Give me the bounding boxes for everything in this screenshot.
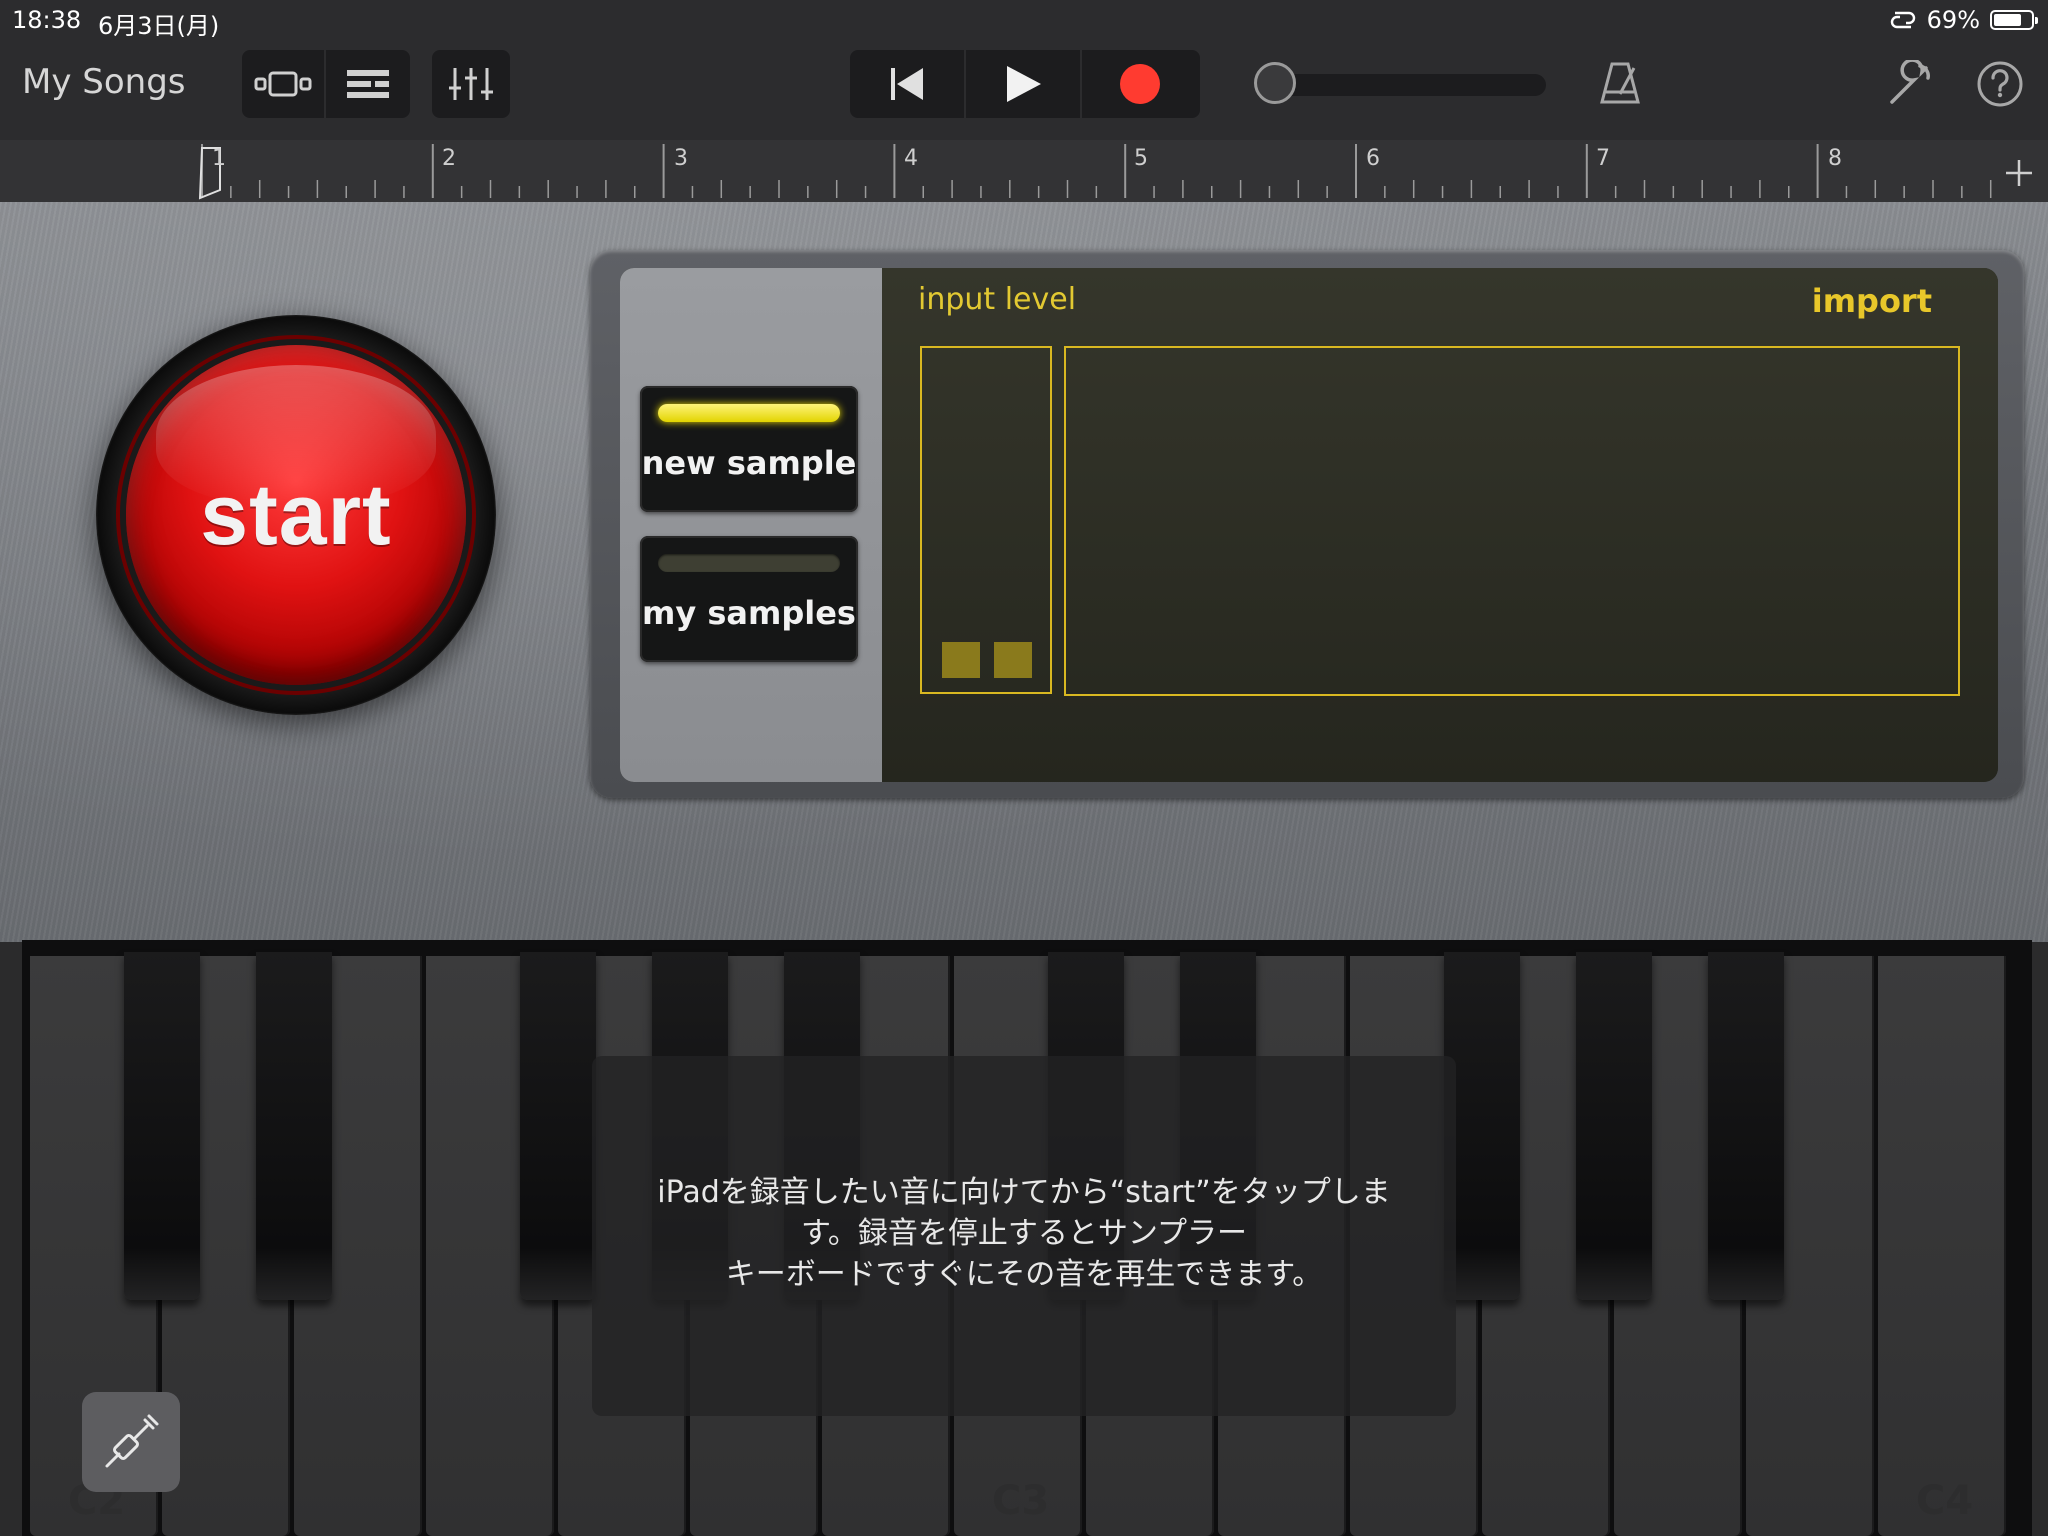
import-button[interactable]: import (1812, 282, 1932, 320)
battery-percent: 69% (1926, 6, 1980, 34)
metronome-icon[interactable] (1598, 60, 1642, 106)
ruler-mark-5: 5 (1134, 146, 1148, 171)
start-label: start (200, 466, 392, 563)
status-date: 6月3日(月) (98, 12, 220, 40)
start-button[interactable]: start (126, 345, 466, 685)
master-volume-track[interactable] (1256, 74, 1546, 96)
input-settings-button[interactable] (82, 1392, 180, 1492)
ruler-mark-4: 4 (904, 146, 918, 171)
ruler-mark-1: 1 (212, 146, 226, 171)
mixer-group (432, 50, 510, 118)
go-to-beginning-button[interactable] (850, 50, 966, 118)
input-level-label: input level (918, 282, 1077, 317)
new-sample-led (658, 404, 840, 422)
black-key[interactable] (1576, 952, 1652, 1300)
ruler-mark-6: 6 (1366, 146, 1380, 171)
toolbar: My Songs (0, 40, 2048, 140)
instrument-view-button[interactable] (242, 50, 326, 118)
black-key[interactable] (520, 952, 596, 1300)
view-toggle-group (242, 50, 410, 118)
settings-wrench-icon[interactable] (1886, 60, 1934, 108)
status-bar: 18:38 6月3日(月) 69% (0, 0, 2048, 40)
mixer-button[interactable] (432, 50, 510, 118)
play-icon (1007, 66, 1041, 102)
ruler-ticks (198, 144, 1992, 200)
waveform-area (1064, 346, 1960, 696)
my-samples-button[interactable]: my samples (640, 536, 858, 662)
tracks-view-icon (347, 70, 389, 98)
new-sample-label: new sample (641, 444, 857, 482)
master-volume-knob[interactable] (1254, 62, 1296, 104)
audio-jack-icon (105, 1414, 159, 1468)
ruler-mark-8: 8 (1828, 146, 1842, 171)
transport-controls (850, 50, 1200, 118)
sampler-display: new sample my samples input level import (620, 268, 1998, 782)
level-bar-right (994, 642, 1032, 678)
black-key[interactable] (256, 952, 332, 1300)
record-icon (1120, 64, 1160, 104)
my-songs-button[interactable]: My Songs (22, 62, 186, 102)
ruler-mark-3: 3 (674, 146, 688, 171)
key-label-c3: C3 (992, 1478, 1050, 1524)
black-key[interactable] (1708, 952, 1784, 1300)
ruler-mark-2: 2 (442, 146, 456, 171)
ruler-mark-7: 7 (1596, 146, 1610, 171)
new-sample-button[interactable]: new sample (640, 386, 858, 512)
help-icon[interactable] (1976, 60, 2024, 108)
add-section-plus-icon[interactable] (2004, 158, 2034, 188)
instruction-text: iPadを録音したい音に向けてから“start”をタップしま す。録音を停止する… (657, 1175, 1391, 1292)
my-samples-led (658, 554, 840, 572)
record-button[interactable] (1082, 50, 1198, 118)
status-time: 18:38 (12, 6, 82, 34)
sampler-screen: input level import (882, 268, 1998, 782)
key-label-c4: C4 (1916, 1478, 1974, 1524)
input-level-meter (920, 346, 1052, 694)
sample-buttons-column: new sample my samples (620, 268, 882, 782)
level-bar-left (942, 642, 980, 678)
mixer-icon (449, 68, 493, 100)
battery-icon (1990, 10, 2038, 30)
black-key[interactable] (124, 952, 200, 1300)
instrument-view-icon (254, 71, 312, 97)
screen-mirror-icon (1890, 11, 1915, 29)
status-right: 69% (1889, 6, 2038, 34)
white-key[interactable] (1878, 956, 2006, 1536)
timeline-ruler[interactable]: 1 2 3 4 5 6 7 8 (0, 140, 2048, 202)
play-button[interactable] (966, 50, 1082, 118)
skip-back-icon (891, 68, 923, 100)
tracks-view-button[interactable] (326, 50, 410, 118)
my-samples-label: my samples (642, 594, 856, 632)
